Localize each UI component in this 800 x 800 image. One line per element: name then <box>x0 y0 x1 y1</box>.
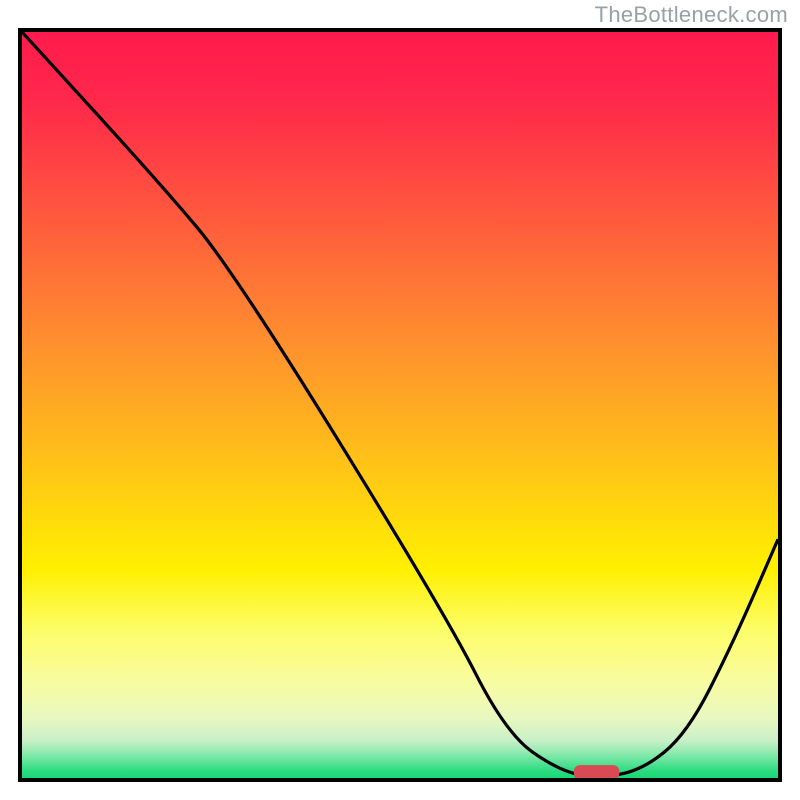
watermark-text: TheBottleneck.com <box>595 2 788 28</box>
bottleneck-curve-path <box>22 32 778 776</box>
bottleneck-curve-svg <box>22 32 778 778</box>
chart-plot-area <box>18 28 782 782</box>
chart-container: TheBottleneck.com <box>0 0 800 800</box>
optimal-marker <box>574 765 619 778</box>
